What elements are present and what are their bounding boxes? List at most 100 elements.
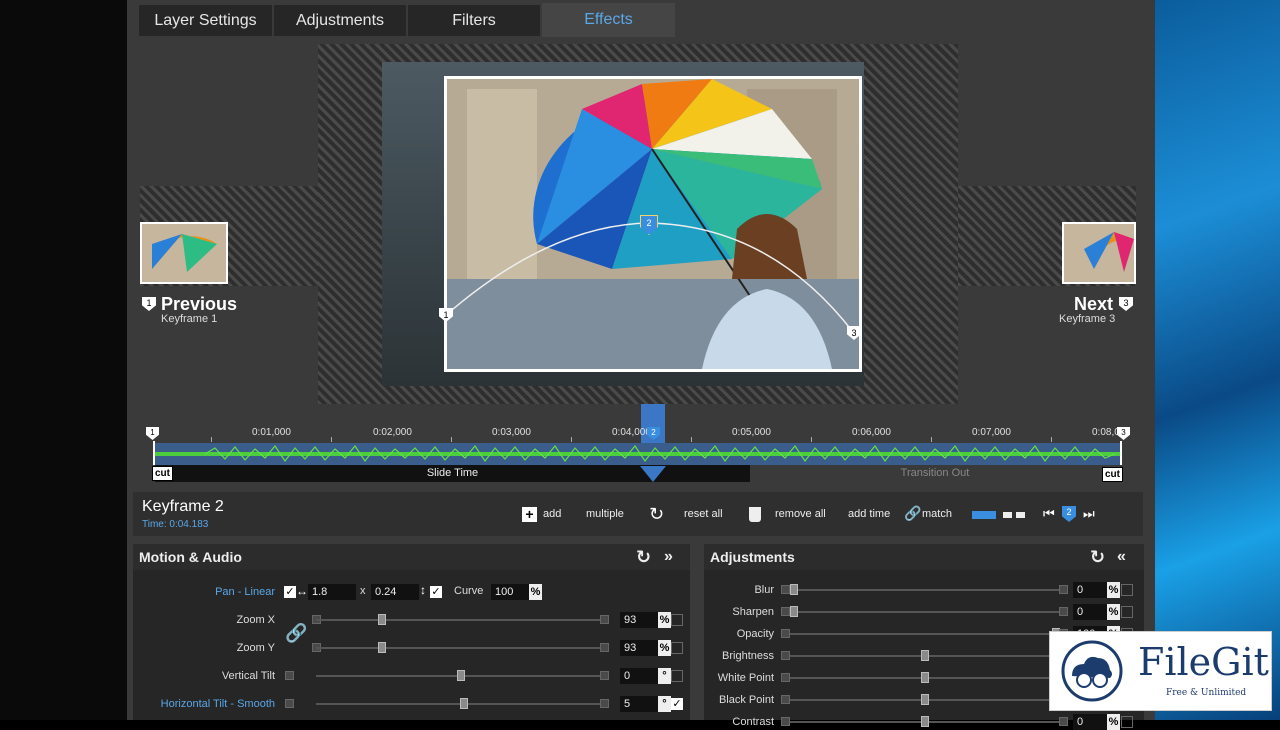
adjustment-value-unit: %	[1107, 714, 1120, 730]
transition-out-bar[interactable]: Transition Out	[750, 465, 1120, 482]
tab-filters[interactable]: Filters	[408, 5, 540, 36]
slider-max-button[interactable]	[1059, 717, 1068, 726]
slider-knob[interactable]	[921, 650, 929, 661]
pan-x-input[interactable]: 1.8	[308, 584, 356, 600]
next-label[interactable]: Next	[1074, 294, 1113, 315]
slider-max-button[interactable]	[600, 615, 609, 624]
adjustment-row-label: Blur	[754, 584, 774, 596]
adjustments-header: Adjustments ↻ «	[704, 544, 1144, 570]
playhead-icon[interactable]	[640, 466, 666, 482]
view-mode-icon[interactable]	[972, 511, 996, 519]
curve-input[interactable]: 100	[491, 584, 529, 600]
motion-row-label: Vertical Tilt	[221, 670, 275, 682]
slider-max-button[interactable]	[600, 643, 609, 652]
tilt-smooth-checkbox[interactable]: ✓	[671, 698, 683, 710]
pan-y-checkbox[interactable]: ✓	[430, 586, 442, 598]
adjustment-value-input[interactable]: 0	[1073, 604, 1107, 620]
timeline-end-line	[1120, 441, 1122, 465]
slider-knob[interactable]	[457, 670, 465, 681]
pan-checkbox[interactable]: ✓	[284, 586, 296, 598]
slider-knob[interactable]	[921, 694, 929, 705]
pan-y-input[interactable]: 0.24	[371, 584, 419, 600]
slider-min-button[interactable]	[781, 629, 790, 638]
slider-track[interactable]	[316, 647, 606, 649]
slider-max-button[interactable]	[1059, 607, 1068, 616]
slider-track[interactable]	[790, 589, 1060, 591]
previous-thumbnail[interactable]	[140, 222, 228, 284]
motion-value-input[interactable]: 93	[620, 640, 658, 656]
motion-row-label: Zoom X	[236, 614, 275, 626]
tick-label: 0:04,000	[612, 427, 651, 438]
next-keyframe-panel[interactable]	[958, 186, 1136, 286]
add-icon[interactable]: +	[522, 507, 537, 522]
reset-icon[interactable]: ↻	[649, 504, 664, 525]
link-icon[interactable]: 🔗	[904, 505, 921, 522]
slider-knob[interactable]	[459, 698, 468, 709]
motion-value-input[interactable]: 5	[620, 696, 658, 712]
slider-max-button[interactable]	[600, 699, 609, 708]
row-extra-box[interactable]	[1121, 716, 1133, 728]
cut-start-badge[interactable]: cut	[152, 466, 173, 481]
link-zoom-icon[interactable]: 🔗	[285, 623, 307, 644]
adjustment-value-input[interactable]: 0	[1073, 582, 1107, 598]
tab-layer-settings[interactable]: Layer Settings	[139, 5, 272, 36]
tick-label: 0:03,000	[492, 427, 531, 438]
next-thumbnail[interactable]	[1062, 222, 1136, 284]
motion-value-input[interactable]: 0	[620, 668, 658, 684]
multiple-button[interactable]: multiple	[586, 508, 624, 520]
slider-track[interactable]	[790, 611, 1060, 613]
slider-min-button[interactable]	[781, 717, 790, 726]
motion-value-unit: °	[658, 668, 671, 684]
row-extra-box[interactable]	[1121, 606, 1133, 618]
match-button[interactable]: match	[922, 508, 952, 520]
slider-track[interactable]	[316, 619, 606, 621]
row-extra-box[interactable]	[1121, 584, 1133, 596]
tick	[1051, 437, 1052, 442]
slider-min-button[interactable]	[781, 607, 790, 616]
tab-adjustments[interactable]: Adjustments	[274, 5, 406, 36]
motion-value-unit: %	[658, 640, 671, 656]
row-extra-box[interactable]	[671, 670, 683, 682]
add-button[interactable]: add	[543, 508, 561, 520]
horizontal-arrows-icon: ↔	[296, 584, 308, 598]
motion-reset-icon[interactable]: ↻	[636, 547, 651, 568]
adjustments-reset-icon[interactable]: ↻	[1090, 547, 1105, 568]
slider-knob[interactable]	[921, 716, 929, 727]
slider-min-button[interactable]	[781, 695, 790, 704]
row-extra-box[interactable]	[671, 614, 683, 626]
slider-min-button[interactable]	[781, 585, 790, 594]
previous-label[interactable]: Previous	[161, 294, 237, 315]
remove-all-button[interactable]: remove all	[775, 508, 826, 520]
tab-effects[interactable]: Effects	[542, 3, 675, 37]
reset-all-button[interactable]: reset all	[684, 508, 723, 520]
slider-min-button[interactable]	[781, 673, 790, 682]
desktop-wallpaper	[1155, 0, 1280, 720]
motion-expand-icon[interactable]: »	[664, 548, 673, 566]
slider-knob[interactable]	[790, 606, 798, 617]
slider-knob[interactable]	[790, 584, 798, 595]
slider-max-button[interactable]	[1059, 585, 1068, 594]
previous-keyframe-panel[interactable]	[140, 186, 318, 286]
slider-track[interactable]	[790, 633, 1060, 635]
audio-waveform[interactable]	[155, 443, 1120, 465]
view-mode-alt-icon[interactable]	[1003, 512, 1025, 518]
slider-min-button[interactable]	[285, 699, 294, 708]
slider-knob[interactable]	[378, 614, 387, 625]
trash-icon[interactable]	[749, 507, 761, 522]
cut-end-badge[interactable]: cut	[1102, 467, 1123, 482]
prev-keyframe-icon[interactable]: ⏮	[1043, 506, 1055, 522]
motion-value-input[interactable]: 93	[620, 612, 658, 628]
next-keyframe-icon[interactable]: ⏭	[1083, 506, 1095, 522]
slider-knob[interactable]	[921, 672, 929, 683]
slider-knob[interactable]	[378, 642, 387, 653]
adjustments-collapse-icon[interactable]: «	[1117, 548, 1126, 566]
add-time-button[interactable]: add time	[848, 508, 890, 520]
motion-value-unit: °	[658, 696, 671, 712]
slider-max-button[interactable]	[600, 671, 609, 680]
row-extra-box[interactable]	[671, 642, 683, 654]
slider-min-button[interactable]	[781, 651, 790, 660]
pan-label[interactable]: Pan - Linear	[150, 586, 275, 598]
slider-min-button[interactable]	[285, 671, 294, 680]
adjustment-value-input[interactable]: 0	[1073, 714, 1107, 730]
timeline-start-line	[153, 441, 155, 465]
